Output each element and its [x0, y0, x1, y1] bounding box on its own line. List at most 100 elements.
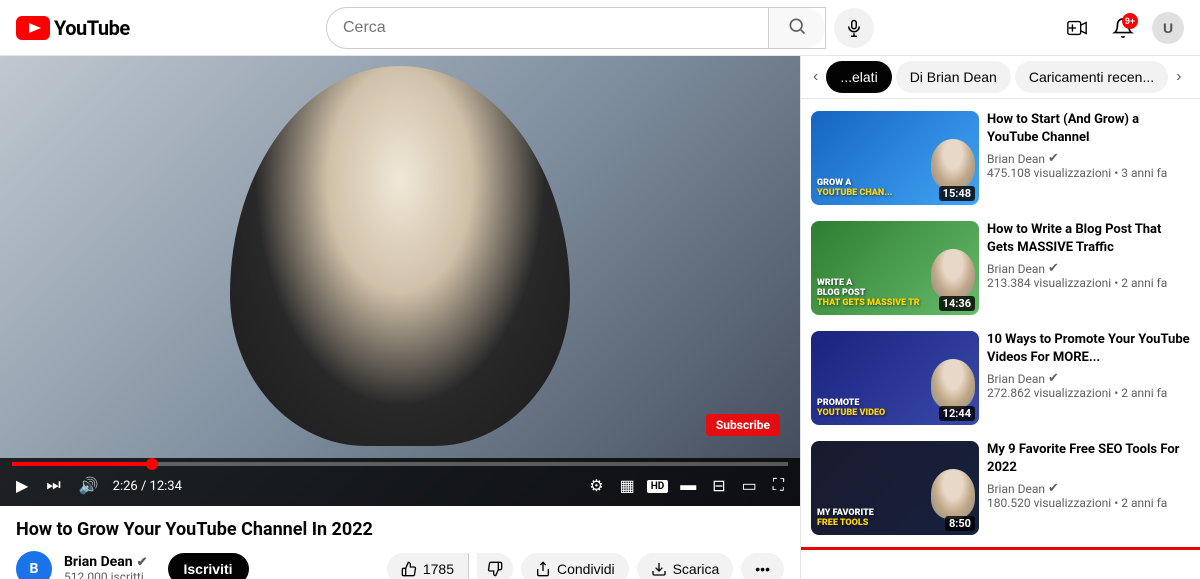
- search-button[interactable]: [768, 8, 825, 48]
- controls-right: ⚙ ▦ HD ▬ ⊟ ▭ ⛶: [585, 474, 788, 498]
- card-title-1: How to Start (And Grow) a YouTube Channe…: [987, 111, 1190, 147]
- thumb-label-4: MY FAVORITE FREE TOOLS: [817, 509, 874, 529]
- sidebar-tabs: ‹ ...elati Di Brian Dean Caricamenti rec…: [801, 56, 1200, 99]
- channel-subscribers: 512.000 iscritti: [64, 570, 148, 579]
- thumbs-down-icon: [487, 561, 503, 577]
- thumbs-up-icon: [401, 561, 417, 577]
- verified-icon: ✔: [137, 555, 148, 570]
- miniplayer-button[interactable]: ⊟: [708, 474, 729, 498]
- card-info-1: How to Start (And Grow) a YouTube Channe…: [987, 111, 1190, 205]
- thumbnail-3: PROMOTE YOUTUBE VIDEO 12:44: [811, 331, 979, 425]
- youtube-logo-text: YouTube: [54, 16, 130, 40]
- thumb-label-2: WRITE ABLOG POST THAT GETS MASSIVE TR: [817, 279, 920, 309]
- search-bar: [326, 7, 826, 49]
- video-title: How to Grow Your YouTube Channel In 2022: [16, 518, 784, 541]
- tab-recent[interactable]: Caricamenti recen...: [1015, 61, 1168, 93]
- video-player[interactable]: Subscribe ▶ ⏭ 🔊 2:26 / 12:34: [0, 56, 800, 506]
- download-label: Scarica: [673, 561, 720, 577]
- thumbnail-2: WRITE ABLOG POST THAT GETS MASSIVE TR 14…: [811, 221, 979, 315]
- card-title-2: How to Write a Blog Post That Gets MASSI…: [987, 221, 1190, 257]
- thumb-duration-2: 14:36: [939, 296, 975, 311]
- controls-row: ▶ ⏭ 🔊 2:26 / 12:34 ⚙ ▦ HD ▬ ⊟: [12, 474, 788, 498]
- card-info-4: My 9 Favorite Free SEO Tools For 2022 Br…: [987, 441, 1190, 535]
- like-count: 1785: [423, 561, 454, 577]
- verified-icon-1: ✔: [1048, 151, 1059, 166]
- video-info: How to Grow Your YouTube Channel In 2022…: [0, 506, 800, 579]
- sidebar-card-1[interactable]: GROW A YOUTUBE CHAN... 15:48 How to Star…: [805, 103, 1196, 213]
- tab-related[interactable]: ...elati: [826, 61, 891, 93]
- channel-info: Brian Dean ✔ 512.000 iscritti: [64, 554, 148, 579]
- header: YouTube: [0, 0, 1200, 56]
- download-button[interactable]: Scarica: [637, 553, 734, 579]
- thumb-presenter-3: [931, 359, 975, 409]
- card-title-3: 10 Ways to Promote Your YouTube Videos F…: [987, 331, 1190, 367]
- dislike-button[interactable]: [477, 553, 513, 579]
- channel-avatar: B: [16, 551, 52, 579]
- volume-button[interactable]: 🔊: [75, 474, 103, 498]
- mic-button[interactable]: [834, 8, 874, 48]
- channel-name: Brian Dean ✔: [64, 554, 148, 570]
- progress-bar[interactable]: [12, 462, 788, 466]
- mic-icon: [845, 19, 863, 37]
- sidebar-card-4[interactable]: MY FAVORITE FREE TOOLS 8:50 My 9 Favorit…: [805, 433, 1196, 543]
- fullscreen-button[interactable]: ⛶: [769, 475, 788, 497]
- card-channel-3: Brian Dean ✔: [987, 371, 1190, 386]
- user-avatar[interactable]: U: [1152, 12, 1184, 44]
- subtitles-button[interactable]: ▬: [676, 475, 700, 497]
- thumb-presenter-4: [931, 469, 975, 519]
- action-buttons: 1785 Condividi Scarica •••: [387, 553, 784, 579]
- card-info-2: How to Write a Blog Post That Gets MASSI…: [987, 221, 1190, 315]
- time-total: 12:34: [150, 479, 182, 494]
- card-title-4: My 9 Favorite Free SEO Tools For 2022: [987, 441, 1190, 477]
- video-section: Subscribe ▶ ⏭ 🔊 2:26 / 12:34: [0, 56, 800, 579]
- time-current: 2:26: [113, 479, 138, 494]
- verified-icon-3: ✔: [1048, 371, 1059, 386]
- subscribe-button[interactable]: Iscriviti: [168, 553, 249, 579]
- verified-icon-2: ✔: [1048, 261, 1059, 276]
- hd-badge: HD: [647, 480, 669, 493]
- header-center: [196, 7, 1004, 49]
- download-icon: [651, 561, 667, 577]
- sidebar-card-2[interactable]: WRITE ABLOG POST THAT GETS MASSIVE TR 14…: [805, 213, 1196, 323]
- card-meta-3: 272.862 visualizzazioni • 2 anni fa: [987, 386, 1190, 400]
- card-channel-1: Brian Dean ✔: [987, 151, 1190, 166]
- create-button[interactable]: [1060, 11, 1094, 45]
- card-meta-1: 475.108 visualizzazioni • 3 anni fa: [987, 166, 1190, 180]
- notifications-button[interactable]: 9+: [1106, 11, 1140, 45]
- play-button[interactable]: ▶: [12, 474, 32, 498]
- theater-button[interactable]: ▭: [738, 474, 761, 498]
- tab-brian-dean[interactable]: Di Brian Dean: [896, 61, 1011, 93]
- sidebar: ‹ ...elati Di Brian Dean Caricamenti rec…: [800, 56, 1200, 579]
- thumb-duration-4: 8:50: [945, 516, 975, 531]
- like-button[interactable]: 1785: [387, 553, 469, 579]
- share-icon: [535, 561, 551, 577]
- thumb-label-3: PROMOTE YOUTUBE VIDEO: [817, 399, 885, 419]
- thumb-presenter-1: [931, 139, 975, 189]
- share-label: Condividi: [557, 561, 615, 577]
- thumb-presenter-2: [931, 249, 975, 299]
- progress-dot: [146, 458, 158, 470]
- card-info-3: 10 Ways to Promote Your YouTube Videos F…: [987, 331, 1190, 425]
- sidebar-card-3[interactable]: PROMOTE YOUTUBE VIDEO 12:44 10 Ways to P…: [805, 323, 1196, 433]
- tab-next-button[interactable]: ›: [1172, 56, 1185, 98]
- youtube-logo[interactable]: YouTube: [16, 16, 130, 40]
- thumb-duration-1: 15:48: [939, 186, 975, 201]
- card-channel-4: Brian Dean ✔: [987, 481, 1190, 496]
- main-content: Subscribe ▶ ⏭ 🔊 2:26 / 12:34: [0, 56, 1200, 579]
- subscribe-overlay[interactable]: Subscribe: [706, 414, 780, 436]
- search-input[interactable]: [327, 11, 768, 45]
- tab-prev-button[interactable]: ‹: [809, 56, 822, 98]
- thumb-duration-3: 12:44: [939, 406, 975, 421]
- verified-icon-4: ✔: [1048, 481, 1059, 496]
- more-actions-button[interactable]: •••: [741, 553, 784, 579]
- card-meta-2: 213.384 visualizzazioni • 2 anni fa: [987, 276, 1190, 290]
- next-button[interactable]: ⏭: [42, 475, 64, 497]
- progress-fill: [12, 462, 152, 466]
- create-icon: [1066, 17, 1088, 39]
- time-display: 2:26 / 12:34: [113, 479, 182, 494]
- chapters-button[interactable]: ▦: [616, 474, 639, 498]
- share-button[interactable]: Condividi: [521, 553, 629, 579]
- thumb-label-1: GROW A YOUTUBE CHAN...: [817, 179, 892, 199]
- settings-button[interactable]: ⚙: [585, 474, 607, 498]
- notification-badge: 9+: [1122, 13, 1138, 29]
